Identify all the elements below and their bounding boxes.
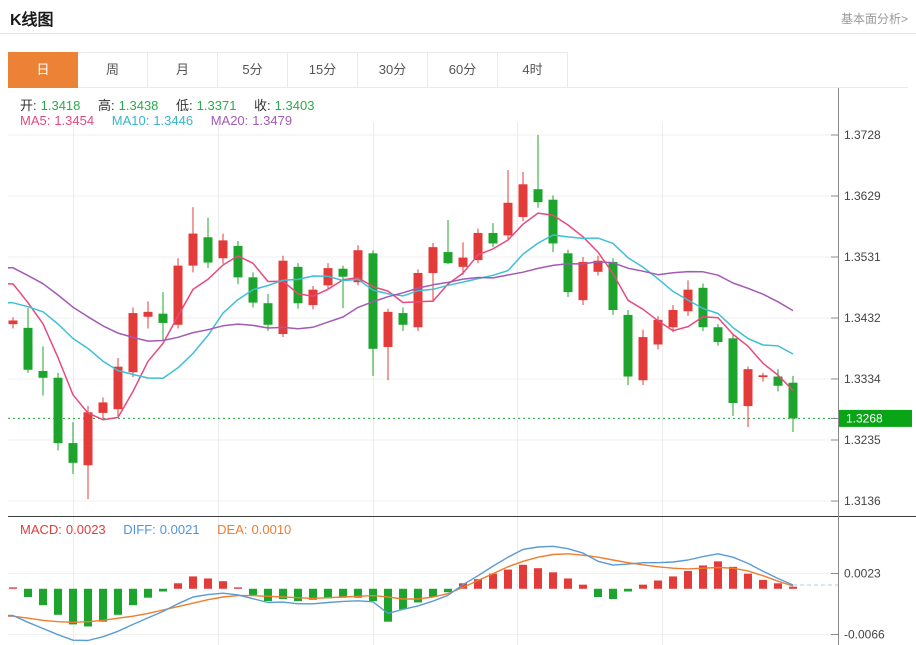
high-label: 高: [98,98,115,113]
tabbar-filler [568,52,908,88]
macd-label: MACD: [20,522,62,537]
diff-value: 0.0021 [160,522,200,537]
svg-text:1.3629: 1.3629 [844,189,881,203]
kline-page: { "header": { "title": "K线图", "link": "基… [0,0,916,645]
tab-day[interactable]: 日 [8,52,78,88]
header-divider [0,33,916,34]
svg-text:0.0023: 0.0023 [844,567,881,581]
tab-5min[interactable]: 5分 [218,52,288,88]
close-label: 收: [254,98,271,113]
open-label: 开: [20,98,37,113]
dea-value: 0.0010 [252,522,292,537]
close-value: 1.3403 [275,98,315,113]
ma5-label: MA5: [20,113,50,128]
svg-text:-0.0066: -0.0066 [844,628,885,642]
period-tabbar: 日 周 月 5分 15分 30分 60分 4时 [8,52,908,88]
tab-4hour[interactable]: 4时 [498,52,568,88]
macd-value: 0.0023 [66,522,106,537]
ma20-label: MA20: [211,113,249,128]
ma10-label: MA10: [112,113,150,128]
svg-text:1.3235: 1.3235 [844,433,881,447]
tab-week[interactable]: 周 [78,52,148,88]
diff-label: DIFF: [123,522,156,537]
ohlc-readout: 开: 1.3418 高: 1.3438 低: 1.3371 收: 1.3403 [20,95,328,114]
svg-text:1.3268: 1.3268 [846,412,883,426]
tab-15min[interactable]: 15分 [288,52,358,88]
svg-text:1.3432: 1.3432 [844,311,881,325]
page-title: K线图 [10,6,54,30]
svg-text:1.3728: 1.3728 [844,128,881,142]
dea-label: DEA: [217,522,247,537]
tab-month[interactable]: 月 [148,52,218,88]
tab-60min[interactable]: 60分 [428,52,498,88]
macd-readout: MACD: 0.0023 DIFF: 0.0021 DEA: 0.0010 [20,522,305,537]
tab-30min[interactable]: 30分 [358,52,428,88]
svg-text:1.3334: 1.3334 [844,372,881,386]
low-label: 低: [176,98,193,113]
ma-readout: MA5: 1.3454 MA10:1.3446 MA20:1.3479 [20,113,306,128]
svg-text:1.3136: 1.3136 [844,494,881,508]
fundamental-analysis-link[interactable]: 基本面分析> [841,10,908,27]
ma20-value: 1.3479 [252,113,292,128]
svg-text:1.3531: 1.3531 [844,250,881,264]
ma5-value: 1.3454 [54,113,94,128]
low-value: 1.3371 [197,98,237,113]
open-value: 1.3418 [41,98,81,113]
ma10-value: 1.3446 [153,113,193,128]
high-value: 1.3438 [119,98,159,113]
